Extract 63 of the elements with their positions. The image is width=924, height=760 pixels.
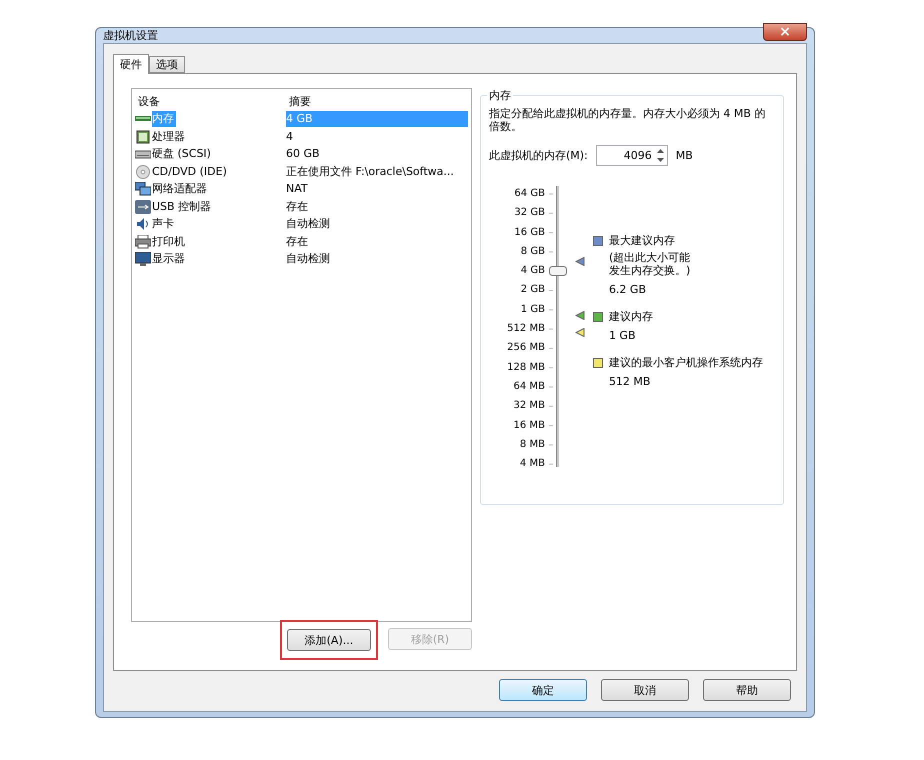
memory-label: 此虚拟机的内存(M): [488, 148, 588, 163]
legend-note: (超出此大小可能发生内存交换。) [608, 251, 692, 277]
memory-description: 指定分配给此虚拟机的内存量。内存大小必须为 4 MB 的倍数。 [488, 107, 766, 133]
scale-label: 2 GB [520, 283, 545, 298]
group-title: 内存 [488, 88, 512, 103]
scale-label: 32 MB [514, 399, 545, 414]
legend-title: 最大建议内存 [608, 234, 676, 247]
slider-thumb[interactable] [548, 266, 567, 276]
device-summary: 正在使用文件 F:\oracle\Softwa... [286, 164, 455, 180]
usb-icon [135, 200, 151, 214]
scale-label: 64 MB [514, 380, 545, 394]
device-name[interactable]: 网络适配器 [152, 181, 209, 198]
speaker-icon [135, 217, 151, 232]
tab[interactable]: 选项 [149, 56, 185, 73]
device-name[interactable]: USB 控制器 [152, 198, 214, 215]
scale-label: 1 GB [520, 302, 545, 317]
device-summary: 60 GB [286, 146, 321, 162]
processor-icon [135, 130, 151, 144]
pointer-icon [574, 310, 585, 320]
scale-label: 32 GB [514, 206, 545, 220]
ok-button[interactable]: 确定 [499, 679, 587, 701]
network-icon [135, 182, 151, 196]
legend-title: 建议的最小客户机操作系统内存 [608, 356, 763, 369]
device-name[interactable]: 硬盘 (SCSI) [152, 146, 213, 162]
disc-icon [135, 164, 151, 179]
device-summary: 自动检测 [286, 216, 331, 232]
device-name[interactable]: 显示器 [152, 251, 187, 268]
device-summary: NAT [286, 181, 309, 198]
scale-label: 4 GB [520, 264, 545, 278]
device-summary: 存在 [286, 198, 309, 215]
column-header: 摘要 [288, 94, 312, 110]
pointer-icon [574, 256, 585, 266]
scale-label: 8 MB [520, 438, 545, 452]
column-header: 设备 [137, 94, 161, 110]
legend-value: 512 MB [608, 375, 652, 388]
scale-label: 64 GB [514, 187, 545, 201]
monitor-icon [135, 252, 151, 266]
scale-label: 256 MB [507, 341, 545, 356]
scale-label: 128 MB [507, 360, 545, 375]
help-button[interactable]: 帮助 [703, 679, 791, 701]
device-name[interactable]: 声卡 [152, 216, 176, 232]
device-summary: 自动检测 [286, 251, 331, 268]
cancel-button[interactable]: 取消 [601, 679, 689, 701]
unit-label: MB [676, 149, 693, 162]
device-name[interactable]: CD/DVD (IDE) [152, 164, 229, 180]
scale-label: 4 MB [520, 457, 545, 472]
legend-value: 1 GB [608, 329, 637, 342]
printer-icon [135, 234, 151, 249]
scale-label: 8 GB [520, 244, 545, 259]
tab[interactable]: 硬件 [113, 54, 149, 74]
scale-label: 512 MB [507, 322, 545, 336]
device-summary: 存在 [286, 234, 309, 250]
legend-value: 6.2 GB [608, 283, 647, 296]
window-title: 虚拟机设置 [103, 28, 158, 43]
pointer-icon [574, 328, 585, 337]
add-button[interactable]: 添加(A)... [286, 629, 371, 651]
device-name[interactable]: 打印机 [152, 234, 187, 250]
scale-label: 16 MB [514, 418, 545, 433]
legend-title: 建议内存 [608, 310, 654, 323]
device-summary: 4 [286, 128, 294, 145]
device-name[interactable]: 处理器 [152, 128, 187, 145]
device-summary: 4 GB [286, 111, 468, 128]
scale-label: 16 GB [514, 226, 545, 240]
